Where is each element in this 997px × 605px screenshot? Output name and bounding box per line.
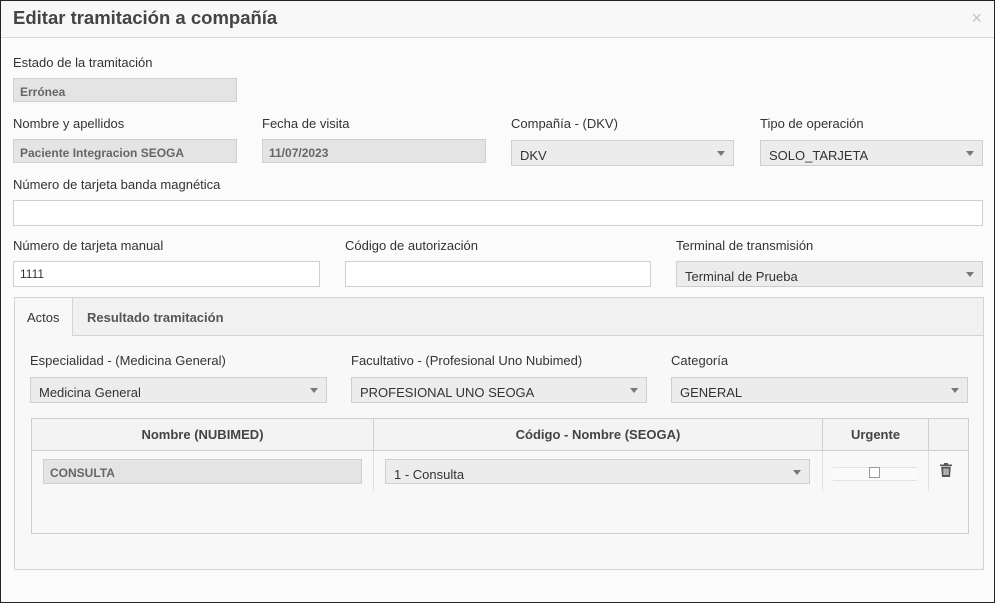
estado-label: Estado de la tramitación bbox=[13, 55, 153, 70]
facultativo-label: Facultativo - (Profesional Uno Nubimed) bbox=[351, 353, 583, 368]
row-codigo-select[interactable]: 1 - Consulta bbox=[385, 459, 810, 484]
modal-title: Editar tramitación a compañía bbox=[13, 7, 278, 28]
fecha-field: 11/07/2023 bbox=[262, 139, 486, 163]
row-divider bbox=[928, 451, 929, 491]
tab-actos[interactable]: Actos bbox=[15, 298, 73, 336]
actos-table: Nombre (NUBIMED) Código - Nombre (SEOGA)… bbox=[31, 418, 969, 534]
nombre-label: Nombre y apellidos bbox=[13, 116, 125, 131]
chevron-down-icon bbox=[966, 272, 974, 277]
categoria-select-value: GENERAL bbox=[680, 385, 743, 400]
row-divider bbox=[822, 451, 823, 491]
chevron-down-icon bbox=[966, 151, 974, 156]
chevron-down-icon bbox=[717, 151, 725, 156]
chevron-down-icon bbox=[793, 470, 801, 475]
row-nombre-field: CONSULTA bbox=[43, 459, 362, 484]
tarjeta-manual-input[interactable] bbox=[13, 261, 320, 287]
column-header-codigo: Código - Nombre (SEOGA) bbox=[374, 419, 823, 450]
column-header-actions bbox=[929, 419, 968, 450]
compania-select-value: DKV bbox=[520, 148, 547, 163]
urgente-checkbox[interactable] bbox=[869, 467, 880, 478]
column-header-nombre: Nombre (NUBIMED) bbox=[32, 419, 374, 450]
row-divider bbox=[373, 451, 374, 491]
modal-header: Editar tramitación a compañía × bbox=[1, 1, 994, 38]
categoria-label: Categoría bbox=[671, 353, 729, 368]
chevron-down-icon bbox=[630, 388, 638, 393]
tipo-operacion-select-value: SOLO_TARJETA bbox=[769, 148, 869, 163]
edit-tramitacion-modal: Editar tramitación a compañía × Estado d… bbox=[0, 0, 995, 603]
tipo-operacion-select[interactable]: SOLO_TARJETA bbox=[760, 140, 983, 166]
terminal-label: Terminal de transmisión bbox=[676, 238, 814, 253]
row-codigo-select-value: 1 - Consulta bbox=[394, 467, 465, 482]
codigo-autorizacion-label: Código de autorización bbox=[345, 238, 478, 253]
table-header: Nombre (NUBIMED) Código - Nombre (SEOGA)… bbox=[32, 419, 968, 451]
tarjeta-manual-label: Número de tarjeta manual bbox=[13, 238, 164, 253]
tabs-panel: Actos Resultado tramitación Especialidad… bbox=[14, 297, 984, 570]
tab-bar: Actos Resultado tramitación bbox=[15, 298, 983, 336]
codigo-autorizacion-input[interactable] bbox=[345, 261, 651, 287]
compania-label: Compañía - (DKV) bbox=[511, 116, 618, 131]
tab-resultado-tramitacion[interactable]: Resultado tramitación bbox=[75, 298, 236, 336]
especialidad-label: Especialidad - (Medicina General) bbox=[30, 353, 226, 368]
trash-icon[interactable] bbox=[940, 463, 952, 477]
facultativo-select-value: PROFESIONAL UNO SEOGA bbox=[360, 385, 535, 400]
tipo-operacion-label: Tipo de operación bbox=[760, 116, 864, 131]
categoria-select[interactable]: GENERAL bbox=[671, 377, 968, 403]
estado-field: Errónea bbox=[13, 78, 237, 102]
column-header-urgente: Urgente bbox=[823, 419, 929, 450]
nombre-field: Paciente Integracion SEOGA bbox=[13, 139, 237, 163]
terminal-select[interactable]: Terminal de Prueba bbox=[676, 261, 983, 287]
especialidad-select[interactable]: Medicina General bbox=[30, 377, 327, 403]
facultativo-select[interactable]: PROFESIONAL UNO SEOGA bbox=[351, 377, 647, 403]
terminal-select-value: Terminal de Prueba bbox=[685, 269, 798, 284]
chevron-down-icon bbox=[951, 388, 959, 393]
fecha-label: Fecha de visita bbox=[262, 116, 350, 131]
especialidad-select-value: Medicina General bbox=[39, 385, 141, 400]
chevron-down-icon bbox=[310, 388, 318, 393]
tarjeta-banda-label: Número de tarjeta banda magnética bbox=[13, 177, 221, 192]
compania-select[interactable]: DKV bbox=[511, 140, 734, 166]
tarjeta-banda-input[interactable] bbox=[13, 200, 983, 226]
close-icon[interactable]: × bbox=[971, 9, 982, 27]
